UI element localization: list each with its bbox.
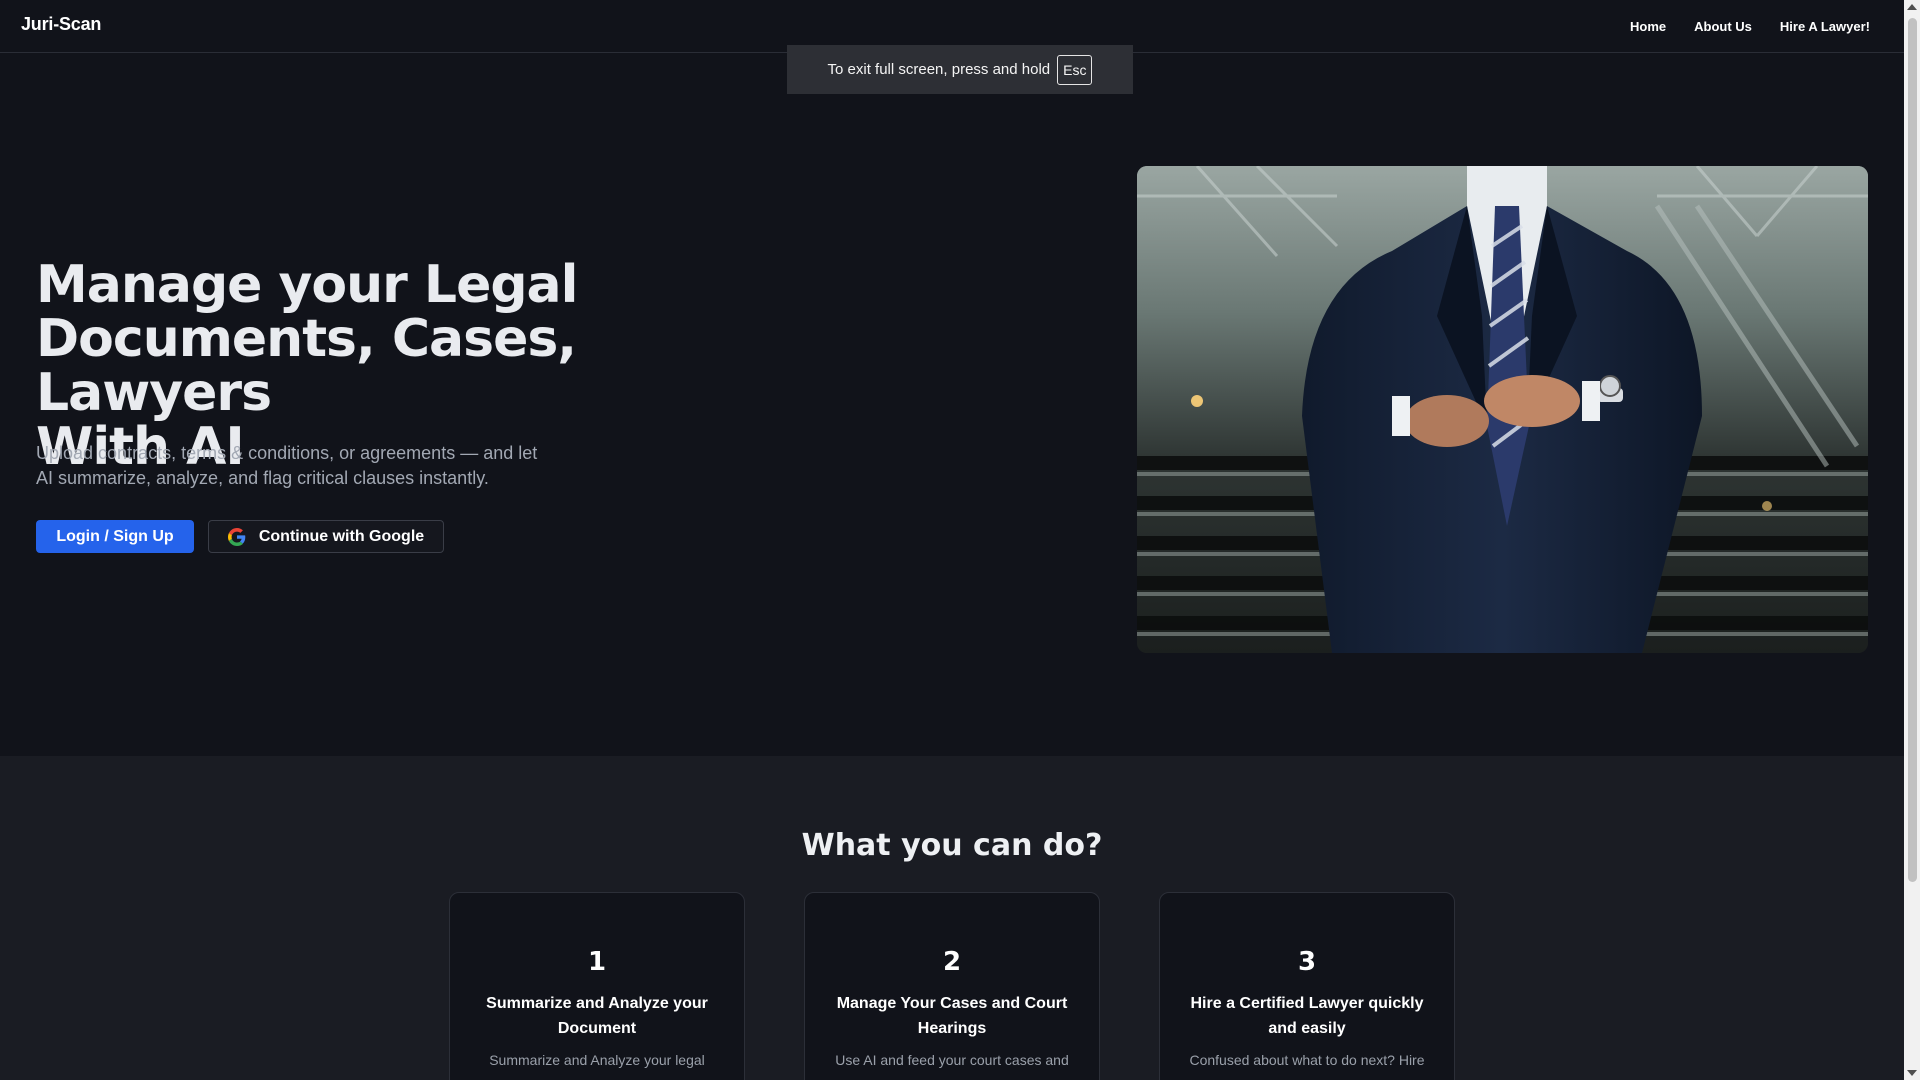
fullscreen-exit-notice: To exit full screen, press and hold Esc	[787, 45, 1133, 94]
nav-link-hire-a-lawyer[interactable]: Hire A Lawyer!	[1780, 19, 1870, 34]
feature-card-number: 2	[942, 947, 962, 977]
feature-card-text: Use AI and feed your court cases and	[835, 1052, 1069, 1068]
scroll-down-arrow-icon[interactable]	[1907, 1070, 1917, 1076]
feature-card-number: 3	[1297, 947, 1317, 977]
brand-logo[interactable]: Juri-Scan	[21, 14, 101, 35]
feature-card-title: Manage Your Cases and Court Hearings	[836, 995, 1068, 1037]
feature-card-title: Summarize and Analyze your Document	[486, 995, 708, 1037]
hero-subtitle: Upload contracts, terms & conditions, or…	[36, 443, 538, 488]
esc-key-badge: Esc	[1057, 54, 1093, 85]
google-button-label: Continue with Google	[258, 527, 425, 545]
nav-links: Home About Us Hire A Lawyer!	[1602, 19, 1870, 34]
feature-card-hire-lawyer[interactable]: 3 Hire a Certified Lawyer quickly and ea…	[1159, 892, 1455, 1080]
page: Juri-Scan Home About Us Hire A Lawyer! T…	[0, 0, 1904, 1080]
feature-card-number: 1	[587, 947, 607, 977]
scrollbar-thumb[interactable]	[1908, 18, 1917, 882]
feature-card-text: Summarize and Analyze your legal	[489, 1052, 705, 1068]
hero-title-line-1: Manage your Legal	[36, 255, 578, 315]
features-title: What you can do?	[801, 828, 1103, 863]
login-signup-button[interactable]: Login / Sign Up	[36, 520, 194, 553]
google-icon	[227, 527, 246, 546]
feature-card-text: Confused about what to do next? Hire	[1189, 1052, 1425, 1068]
hero-image-illustration	[1137, 166, 1868, 653]
feature-card-manage-cases[interactable]: 2 Manage Your Cases and Court Hearings U…	[804, 892, 1100, 1080]
hero-title-line-2: Documents, Cases, Lawyers	[36, 309, 577, 423]
nav-link-home[interactable]: Home	[1630, 19, 1666, 34]
fullscreen-notice-text: To exit full screen, press and hold	[827, 61, 1051, 78]
scroll-up-arrow-icon[interactable]	[1907, 4, 1917, 10]
businessman-in-suit-photo	[1137, 166, 1868, 653]
feature-card-summarize[interactable]: 1 Summarize and Analyze your Document Su…	[449, 892, 745, 1080]
feature-card-title: Hire a Certified Lawyer quickly and easi…	[1190, 995, 1424, 1037]
page-scrollbar[interactable]	[1904, 0, 1920, 1080]
hero-section: Manage your Legal Documents, Cases, Lawy…	[0, 54, 1904, 756]
continue-with-google-button[interactable]: Continue with Google	[208, 520, 444, 553]
features-section: What you can do? 1 Summarize and Analyze…	[0, 756, 1904, 1080]
nav-link-about-us[interactable]: About Us	[1694, 19, 1752, 34]
